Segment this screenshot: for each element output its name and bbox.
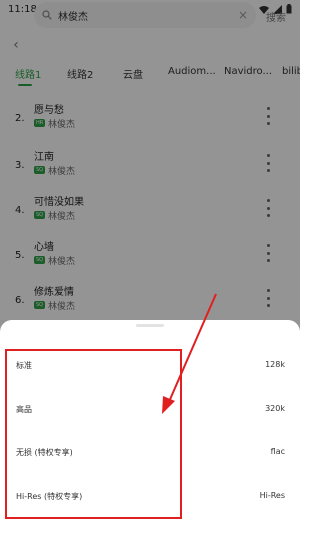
quality-option-value: 320k xyxy=(265,404,285,413)
annotation-highlight-box xyxy=(5,349,182,519)
sheet-drag-handle[interactable] xyxy=(136,324,164,327)
quality-option-value: flac xyxy=(270,447,285,456)
quality-option-value: Hi-Res xyxy=(259,491,285,500)
quality-option-value: 128k xyxy=(265,360,285,369)
